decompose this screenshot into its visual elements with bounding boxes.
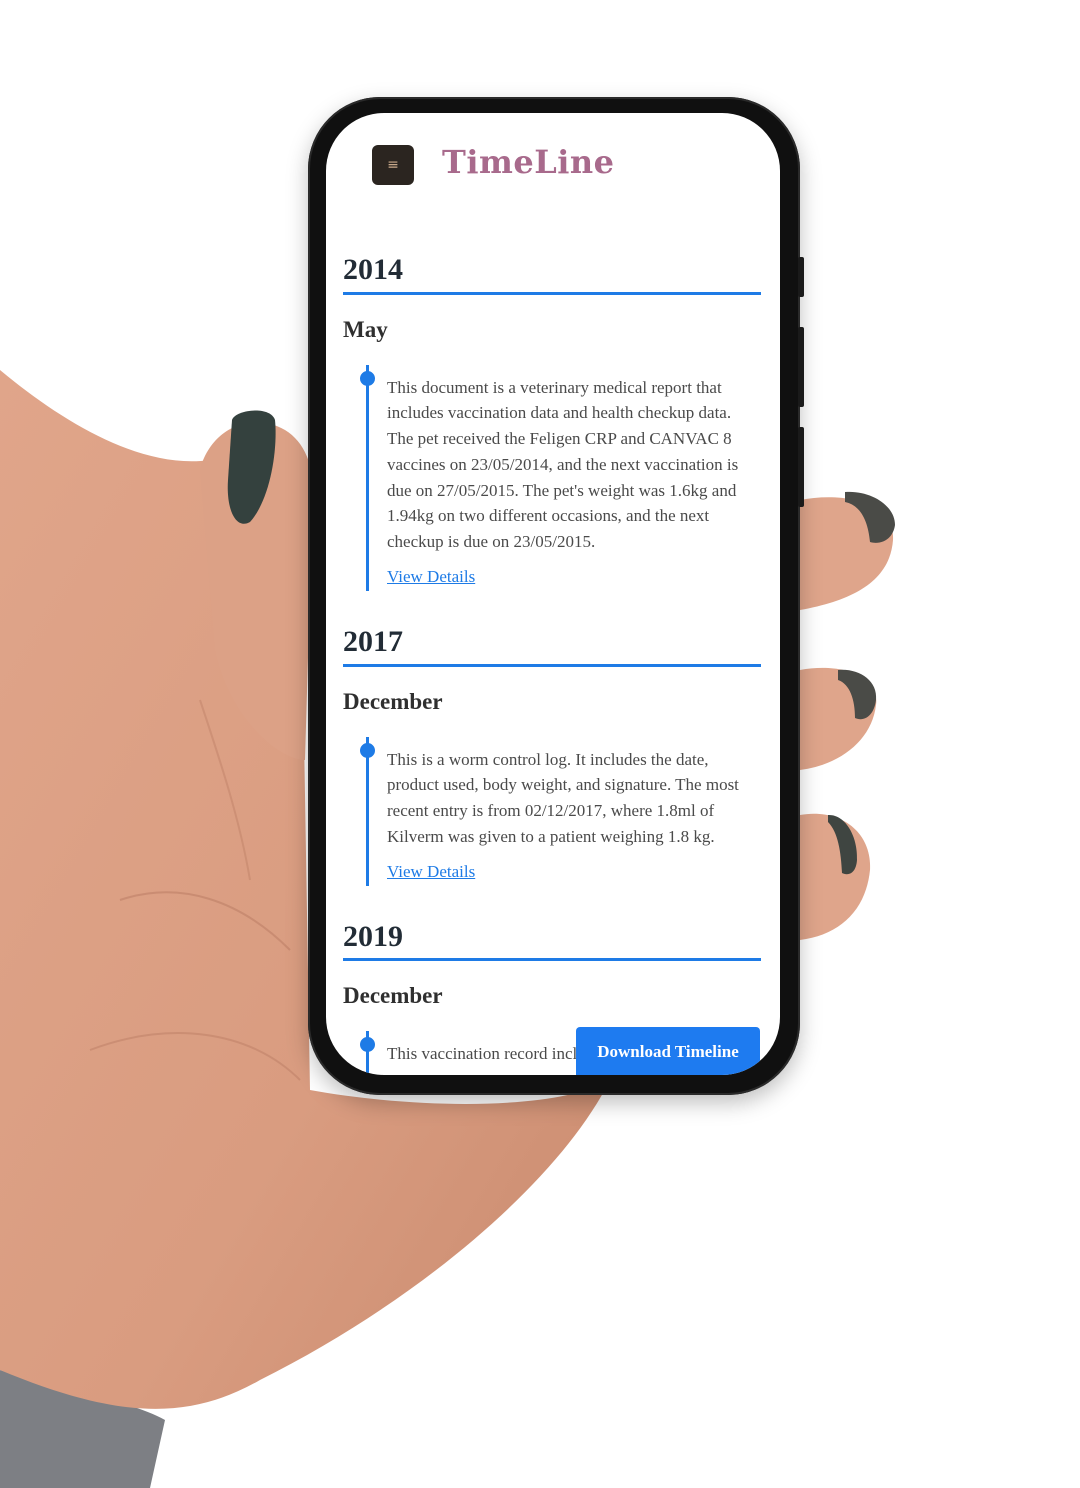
month-heading: May — [343, 316, 388, 342]
month-heading: December — [343, 688, 443, 714]
year-heading: 2017 — [343, 625, 761, 667]
phone-side-button — [798, 257, 804, 297]
timeline-list: 2014 May This document is a veterinary m… — [343, 253, 761, 1075]
timeline-dot — [360, 1037, 375, 1053]
page-title: TimeLine — [442, 143, 615, 181]
timeline-entry: This document is a veterinary medical re… — [360, 364, 761, 592]
month-heading: December — [343, 983, 443, 1009]
phone-side-button — [798, 327, 804, 407]
year-heading: 2014 — [343, 253, 761, 295]
year-section: 2017 December This is a worm control log… — [343, 625, 761, 920]
phone-frame: ≡ TimeLine 2014 May This document is a v… — [308, 97, 804, 1095]
menu-icon: ≡ — [387, 157, 399, 173]
year-section: 2014 May This document is a veterinary m… — [343, 253, 761, 625]
view-details-link[interactable]: View Details — [387, 862, 475, 882]
year-heading: 2019 — [343, 920, 761, 962]
timeline-dot — [360, 742, 375, 758]
timeline-entry: This is a worm control log. It includes … — [360, 736, 761, 886]
menu-button[interactable]: ≡ — [372, 145, 414, 185]
timeline-dot — [360, 370, 375, 386]
app-header: ≡ TimeLine — [326, 113, 780, 223]
entry-description: This is a worm control log. It includes … — [387, 749, 739, 846]
entry-description: This document is a veterinary medical re… — [387, 377, 739, 552]
app-screen: ≡ TimeLine 2014 May This document is a v… — [326, 113, 780, 1075]
scene: ≡ TimeLine 2014 May This document is a v… — [0, 0, 1080, 1488]
download-timeline-button[interactable]: Download Timeline — [576, 1027, 760, 1075]
phone-side-button — [798, 427, 804, 507]
view-details-link[interactable]: View Details — [387, 567, 475, 587]
